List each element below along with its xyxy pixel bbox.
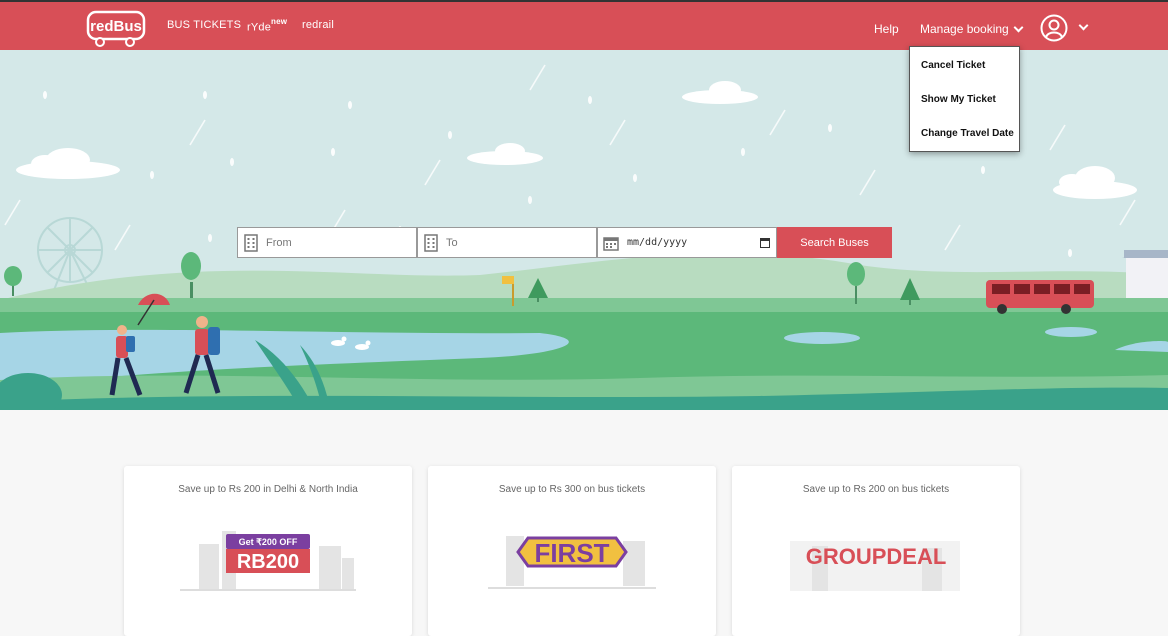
chevron-down-icon bbox=[1013, 22, 1024, 33]
date-value: mm/dd/yyyy bbox=[627, 237, 688, 248]
offer-code: GROUPDEAL bbox=[806, 544, 947, 569]
top-navigation-bar: redBus BUS TICKETS rYdenew redrail Help … bbox=[0, 0, 1168, 50]
calendar-icon bbox=[603, 236, 619, 251]
offer-code: FIRST bbox=[534, 538, 609, 568]
manage-booking-menu[interactable]: Manage booking bbox=[920, 22, 1024, 36]
offer-card[interactable]: Save up to Rs 200 on bus tickets GROUPDE… bbox=[732, 466, 1020, 636]
user-account-icon[interactable] bbox=[1040, 14, 1068, 42]
building-icon bbox=[244, 233, 258, 252]
offers-section: Save up to Rs 200 in Delhi & North India… bbox=[0, 410, 1168, 636]
offer-caption: Save up to Rs 300 on bus tickets bbox=[498, 484, 646, 495]
offer-caption: Save up to Rs 200 on bus tickets bbox=[802, 484, 950, 495]
offer-badge: Get ₹200 OFF bbox=[239, 537, 298, 547]
nav-bus-tickets[interactable]: BUS TICKETS bbox=[167, 19, 241, 31]
offer-caption: Save up to Rs 200 in Delhi & North India bbox=[178, 484, 358, 495]
date-input[interactable]: mm/dd/yyyy bbox=[597, 227, 777, 258]
bus-search-form: From To mm/dd/yyyy Search Buses bbox=[237, 227, 892, 258]
offer-card[interactable]: Save up to Rs 200 in Delhi & North India… bbox=[124, 466, 412, 636]
manage-booking-dropdown: Cancel Ticket Show My Ticket Change Trav… bbox=[909, 46, 1020, 152]
redbus-logo[interactable]: redBus bbox=[86, 10, 148, 48]
building-icon bbox=[424, 233, 438, 252]
offer-code: RB200 bbox=[237, 551, 299, 573]
date-picker-icon[interactable] bbox=[760, 237, 770, 248]
menu-item-show-my-ticket[interactable]: Show My Ticket bbox=[921, 94, 996, 105]
from-input[interactable]: From bbox=[237, 227, 417, 258]
menu-item-cancel-ticket[interactable]: Cancel Ticket bbox=[921, 60, 985, 71]
menu-item-change-travel-date[interactable]: Change Travel Date bbox=[921, 128, 1014, 139]
nav-redrail[interactable]: redrail bbox=[302, 19, 334, 31]
manage-booking-label: Manage booking bbox=[920, 22, 1009, 36]
nav-ryde-label: rYde bbox=[247, 21, 272, 34]
search-buses-button[interactable]: Search Buses bbox=[777, 227, 892, 258]
new-badge: new bbox=[271, 17, 288, 26]
offer-card[interactable]: Save up to Rs 300 on bus tickets FIRST bbox=[428, 466, 716, 636]
from-placeholder: From bbox=[266, 236, 292, 249]
chevron-down-icon[interactable] bbox=[1078, 20, 1089, 31]
offer-first-graphic: FIRST bbox=[488, 536, 656, 589]
to-input[interactable]: To bbox=[417, 227, 597, 258]
offer-rb200-graphic: Get ₹200 OFF RB200 bbox=[180, 531, 356, 591]
logo-text: redBus bbox=[90, 18, 142, 35]
help-link[interactable]: Help bbox=[874, 22, 899, 36]
to-placeholder: To bbox=[446, 236, 458, 249]
nav-ryde[interactable]: rYdenew bbox=[247, 17, 288, 34]
offer-groupdeal-graphic: GROUPDEAL bbox=[790, 541, 960, 591]
